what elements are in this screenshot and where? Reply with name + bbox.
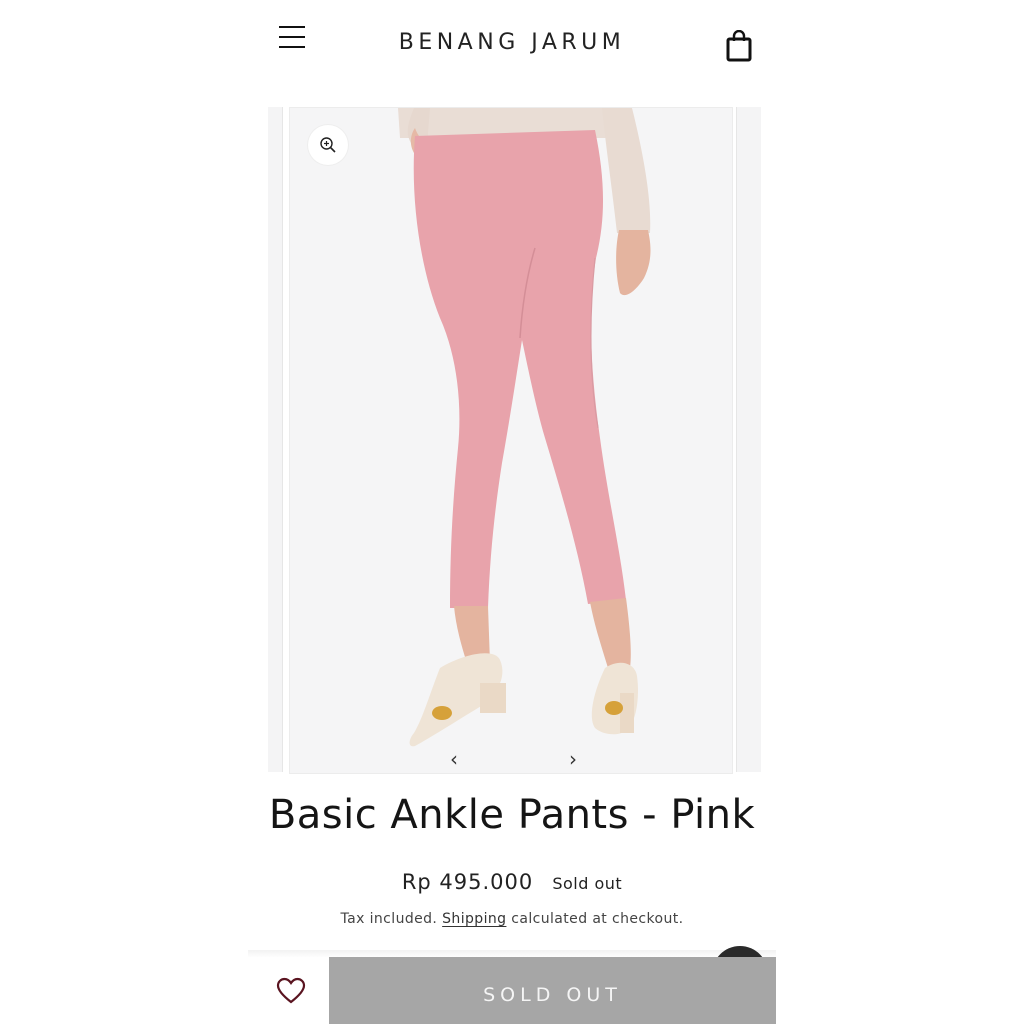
product-page: BENANG JARUM ‹ › Basic Ankle Pants - Pin… — [248, 0, 776, 1024]
gallery-prev-button[interactable]: ‹ — [442, 746, 466, 772]
product-price: Rp 495.000 — [401, 870, 534, 894]
next-slide-peek[interactable] — [736, 107, 761, 772]
product-title: Basic Ankle Pants - Pink — [268, 792, 756, 838]
wishlist-button[interactable] — [248, 957, 328, 1024]
shopping-bag-icon[interactable] — [726, 29, 752, 62]
tax-prefix: Tax included. — [340, 911, 438, 927]
status-badge: Sold out — [552, 874, 623, 893]
zoom-in-icon[interactable] — [308, 125, 348, 165]
previous-slide-peek[interactable] — [268, 107, 283, 772]
sold-out-button[interactable]: SOLD OUT — [329, 957, 776, 1024]
tax-note: Tax included. Shipping calculated at che… — [248, 911, 776, 927]
price-row: Rp 495.000 Sold out — [248, 870, 776, 894]
product-gallery: ‹ › — [268, 107, 761, 774]
heart-icon — [276, 977, 306, 1004]
gallery-next-button[interactable]: › — [561, 746, 585, 772]
tax-suffix: calculated at checkout. — [511, 911, 684, 927]
product-image[interactable]: ‹ › — [289, 107, 733, 774]
shipping-link[interactable]: Shipping — [442, 911, 506, 927]
store-logo[interactable]: BENANG JARUM — [248, 30, 776, 55]
